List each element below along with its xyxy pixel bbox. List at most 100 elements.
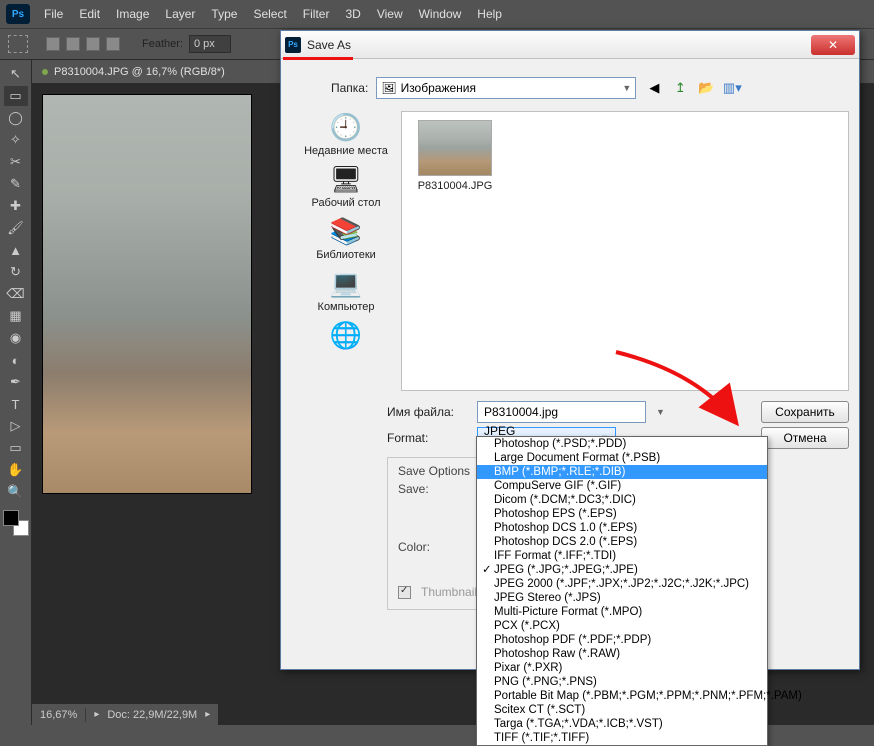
close-button[interactable] <box>811 35 855 55</box>
format-option[interactable]: PCX (*.PCX) <box>477 619 767 633</box>
back-icon[interactable]: ◀ <box>644 78 664 98</box>
format-option[interactable]: CompuServe GIF (*.GIF) <box>477 479 767 493</box>
filename-label: Имя файла: <box>387 405 467 419</box>
magic-wand-tool[interactable]: ✧ <box>4 130 28 150</box>
selection-mode-add[interactable] <box>66 37 80 51</box>
hand-tool[interactable]: ✋ <box>4 460 28 480</box>
zoom-level[interactable]: 16,67% <box>40 709 77 721</box>
place-computer[interactable]: 💻 Компьютер <box>318 267 375 313</box>
marquee-tool[interactable]: ▭ <box>4 86 28 106</box>
place-desktop[interactable]: 🖥 Рабочий стол <box>311 163 380 209</box>
place-label: Библиотеки <box>316 249 376 261</box>
menu-image[interactable]: Image <box>108 7 157 21</box>
color-swatch[interactable] <box>3 510 29 536</box>
annotation-underline <box>283 57 353 60</box>
format-dropdown-list[interactable]: Photoshop (*.PSD;*.PDD)Large Document Fo… <box>476 436 768 746</box>
format-option[interactable]: Photoshop (*.PSD;*.PDD) <box>477 437 767 451</box>
menu-help[interactable]: Help <box>469 7 510 21</box>
app-logo-icon: Ps <box>6 4 30 24</box>
menu-3d[interactable]: 3D <box>337 7 368 21</box>
brush-tool[interactable]: 🖌 <box>4 218 28 238</box>
folder-select[interactable]: 🖼 Изображения ▼ <box>376 77 636 99</box>
folder-label: Папка: <box>331 81 368 95</box>
feather-label: Feather: <box>142 38 183 50</box>
format-option[interactable]: Photoshop EPS (*.EPS) <box>477 507 767 521</box>
canvas[interactable] <box>42 94 252 494</box>
lasso-tool[interactable]: ◯ <box>4 108 28 128</box>
file-thumbnail <box>418 120 492 176</box>
filename-input[interactable] <box>477 401 646 423</box>
selection-mode-new[interactable] <box>46 37 60 51</box>
format-option[interactable]: JPEG 2000 (*.JPF;*.JPX;*.JP2;*.J2C;*.J2K… <box>477 577 767 591</box>
save-button[interactable]: Сохранить <box>761 401 849 423</box>
format-option[interactable]: Photoshop DCS 1.0 (*.EPS) <box>477 521 767 535</box>
network-icon: 🌐 <box>328 319 364 351</box>
chevron-down-icon[interactable]: ▼ <box>656 407 665 417</box>
clone-stamp-tool[interactable]: ▲ <box>4 240 28 260</box>
format-option[interactable]: Photoshop Raw (*.RAW) <box>477 647 767 661</box>
eyedropper-tool[interactable]: ✎ <box>4 174 28 194</box>
format-option[interactable]: Portable Bit Map (*.PBM;*.PGM;*.PPM;*.PN… <box>477 689 767 703</box>
feather-input[interactable] <box>189 35 231 53</box>
eraser-tool[interactable]: ⌫ <box>4 284 28 304</box>
cancel-button[interactable]: Отмена <box>761 427 849 449</box>
gradient-tool[interactable]: ▦ <box>4 306 28 326</box>
view-menu-icon[interactable]: ▥▾ <box>722 78 742 98</box>
format-option[interactable]: TIFF (*.TIF;*.TIFF) <box>477 731 767 745</box>
format-option[interactable]: IFF Format (*.IFF;*.TDI) <box>477 549 767 563</box>
status-caret-icon[interactable]: ▸ <box>94 709 99 720</box>
path-selection-tool[interactable]: ▷ <box>4 416 28 436</box>
format-option[interactable]: Photoshop PDF (*.PDF;*.PDP) <box>477 633 767 647</box>
place-libraries[interactable]: 📚 Библиотеки <box>316 215 376 261</box>
status-menu-icon[interactable]: ▸ <box>205 709 210 720</box>
format-option[interactable]: Multi-Picture Format (*.MPO) <box>477 605 767 619</box>
chevron-down-icon: ▼ <box>622 83 631 93</box>
format-option[interactable]: Dicom (*.DCM;*.DC3;*.DIC) <box>477 493 767 507</box>
new-folder-icon[interactable]: 📂 <box>696 78 716 98</box>
menu-window[interactable]: Window <box>411 7 470 21</box>
file-name: P8310004.JPG <box>418 180 493 192</box>
format-option[interactable]: Scitex CT (*.SCT) <box>477 703 767 717</box>
up-folder-icon[interactable]: ↥ <box>670 78 690 98</box>
selection-mode-subtract[interactable] <box>86 37 100 51</box>
place-label: Компьютер <box>318 301 375 313</box>
place-recent[interactable]: 🕘 Недавние места <box>304 111 388 157</box>
menu-layer[interactable]: Layer <box>157 7 203 21</box>
dodge-tool[interactable]: ◐ <box>4 350 28 370</box>
menu-type[interactable]: Type <box>203 7 245 21</box>
menu-view[interactable]: View <box>369 7 411 21</box>
place-label: Рабочий стол <box>311 197 380 209</box>
menu-edit[interactable]: Edit <box>71 7 108 21</box>
format-option[interactable]: Targa (*.TGA;*.VDA;*.ICB;*.VST) <box>477 717 767 731</box>
file-item[interactable]: P8310004.JPG <box>410 120 500 192</box>
status-bar: 16,67% ▸ Doc: 22,9M/22,9M ▸ <box>32 703 218 725</box>
menu-file[interactable]: File <box>36 7 71 21</box>
dialog-titlebar[interactable]: Ps Save As <box>281 31 859 59</box>
file-pane[interactable]: P8310004.JPG <box>401 111 849 391</box>
pen-tool[interactable]: ✒ <box>4 372 28 392</box>
menu-select[interactable]: Select <box>245 7 294 21</box>
thumbnail-label: Thumbnail <box>421 585 477 599</box>
history-brush-tool[interactable]: ↻ <box>4 262 28 282</box>
place-network[interactable]: 🌐 <box>328 319 364 351</box>
format-option[interactable]: Photoshop DCS 2.0 (*.EPS) <box>477 535 767 549</box>
menu-filter[interactable]: Filter <box>295 7 338 21</box>
foreground-color-icon[interactable] <box>3 510 19 526</box>
recent-places-icon: 🕘 <box>328 111 364 143</box>
format-option[interactable]: Large Document Format (*.PSB) <box>477 451 767 465</box>
folder-icon: 🖼 <box>381 81 396 95</box>
crop-tool[interactable]: ✂ <box>4 152 28 172</box>
shape-tool[interactable]: ▭ <box>4 438 28 458</box>
format-option[interactable]: JPEG Stereo (*.JPS) <box>477 591 767 605</box>
zoom-tool[interactable]: 🔍 <box>4 482 28 502</box>
format-option[interactable]: ✓JPEG (*.JPG;*.JPEG;*.JPE) <box>477 563 767 577</box>
type-tool[interactable]: T <box>4 394 28 414</box>
selection-mode-intersect[interactable] <box>106 37 120 51</box>
format-option[interactable]: PNG (*.PNG;*.PNS) <box>477 675 767 689</box>
blur-tool[interactable]: ◉ <box>4 328 28 348</box>
format-option[interactable]: Pixar (*.PXR) <box>477 661 767 675</box>
move-tool[interactable]: ↖ <box>4 64 28 84</box>
format-option[interactable]: BMP (*.BMP;*.RLE;*.DIB) <box>477 465 767 479</box>
marquee-tool-icon[interactable] <box>8 35 28 53</box>
healing-brush-tool[interactable]: ✚ <box>4 196 28 216</box>
